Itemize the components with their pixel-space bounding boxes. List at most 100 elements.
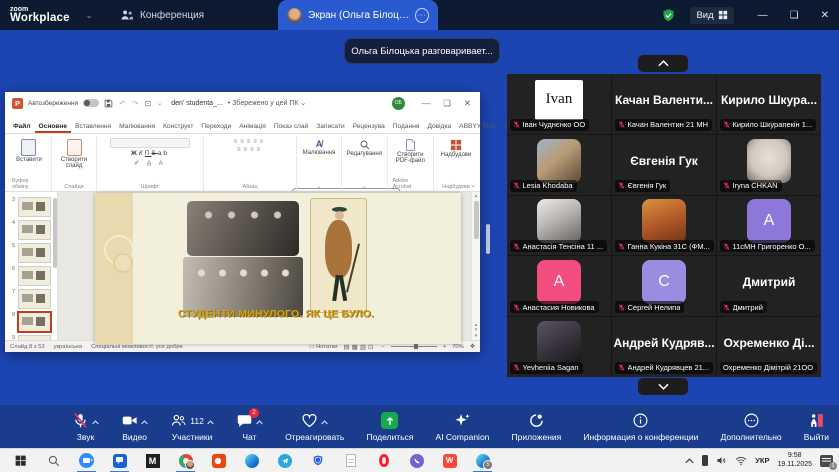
ppt-tab-11[interactable]: Довідка (423, 123, 455, 133)
ppt-tab-10[interactable]: Подання (389, 123, 424, 133)
list-buttons[interactable]: ≡≡≡≡≡ (234, 139, 267, 145)
participant-tile[interactable]: Lesia Khodaba (507, 135, 611, 195)
ppt-saved-status[interactable]: • Збережено у цей ПК ⌄ (228, 99, 307, 107)
undo-icon[interactable]: ↶ (119, 99, 126, 108)
view-button[interactable]: Вид (690, 7, 733, 24)
restore-button[interactable]: ❏ (790, 10, 799, 21)
ppt-tab-7[interactable]: Показ слай (270, 123, 312, 133)
ppt-account-avatar[interactable]: ОБ (392, 97, 405, 110)
toolbar-more-button[interactable]: Дополнительно (720, 412, 781, 442)
slide-title[interactable]: СТУДЕНТИ МИНУЛОГО. ЯК ЦЕ БУЛО. (161, 308, 391, 320)
ppt-tab-1[interactable]: Основне (35, 123, 72, 133)
editor-scrollbar[interactable]: ▴ ▴▾▾ (471, 192, 480, 340)
taskbar-search-icon[interactable] (46, 453, 61, 468)
participant-tile[interactable]: IvanІван Чуднєнко ОО (507, 74, 611, 134)
notification-center-icon[interactable]: 1 (820, 455, 833, 467)
addins-button[interactable]: Надбудови (441, 139, 472, 158)
toolbar-camera-button[interactable]: Видео (121, 412, 148, 442)
slide-thumbnail-6[interactable]: 6 (8, 266, 51, 286)
slide-canvas[interactable]: СТУДЕНТИ МИНУЛОГО. ЯК ЦЕ БУЛО. (95, 193, 461, 344)
zoom-slider[interactable] (391, 346, 437, 347)
font-style-button-4[interactable]: ab (158, 150, 169, 157)
participant-tile[interactable]: Євгенія ГукЄвгенія Гук (612, 135, 716, 195)
toolbar-react-button[interactable]: Отреагировать (285, 412, 344, 442)
slide-thumbnail-3[interactable]: 3 (8, 197, 51, 217)
taskbar-chrome-icon[interactable] (178, 453, 193, 468)
taskbar-wattpad-icon[interactable]: W (442, 453, 457, 468)
language-switcher[interactable]: УКР (755, 456, 769, 465)
toolbar-share-button[interactable]: Поделиться (366, 412, 413, 442)
participant-tile[interactable]: Ганна Кукіна 31С (ФМ... (612, 196, 716, 256)
toolbar-chat-button[interactable]: 2Чат (236, 412, 263, 442)
ppt-tab-2[interactable]: Вставлення (71, 123, 115, 133)
participant-tile[interactable]: Кирило Шкура...Кирило Шкурапекін 1... (717, 74, 821, 134)
toolbar-apps-button[interactable]: Приложения (512, 412, 562, 442)
wifi-icon[interactable] (735, 456, 747, 466)
zoom-level[interactable]: 70% (452, 344, 464, 350)
ppt-tab-3[interactable]: Малювання (115, 123, 159, 133)
slide-thumbnail-7[interactable]: 7 (8, 289, 51, 309)
taskbar-edge-profile-icon[interactable]: 5 (475, 453, 490, 468)
security-shield-icon[interactable] (661, 8, 676, 23)
gallery-collapse-button[interactable] (638, 55, 688, 72)
font-color-buttons[interactable]: ✐ A̲ A (134, 159, 166, 167)
taskbar-office-icon[interactable] (211, 453, 226, 468)
participant-tile[interactable]: Iryna CHKAN (717, 135, 821, 195)
slide-photo-top[interactable] (187, 201, 299, 256)
paste-button[interactable]: Вставити (16, 139, 42, 163)
create-pdf-button[interactable]: Створити PDF-файл (393, 139, 428, 164)
minimize-button[interactable]: — (758, 10, 768, 21)
font-name-dropdown[interactable] (110, 138, 190, 148)
participant-tile[interactable]: А11сМН Григоренко О... (717, 196, 821, 256)
notes-button[interactable]: ▭ Нотатки (309, 344, 338, 350)
thumbnail-scrollbar[interactable] (53, 198, 57, 268)
toolbar-ai-button[interactable]: AI Companion (436, 412, 490, 442)
toolbar-info-button[interactable]: Информация о конференции (583, 412, 698, 442)
zoom-out-button[interactable]: − (381, 344, 384, 350)
fit-slide-button[interactable]: ❖ (470, 344, 475, 350)
slide-thumbnail-8[interactable]: 8 (8, 312, 51, 332)
tab-options-icon[interactable]: ··· (415, 8, 429, 23)
participant-tile[interactable]: Охременко Ді...Охременко Дімітрій 21ОО (717, 317, 821, 377)
font-buttons[interactable]: ЖКПSab (131, 150, 169, 157)
taskbar-zoom-icon[interactable] (79, 453, 94, 468)
taskbar-opera-icon[interactable] (376, 453, 391, 468)
participant-tile[interactable]: ДмитрийДмитрий (717, 256, 821, 316)
language-indicator[interactable]: українська (54, 344, 83, 350)
ppt-tab-4[interactable]: Конструкт (159, 123, 197, 133)
slide-thumbnail-panel[interactable]: 3456789 (5, 192, 58, 340)
qat-customize-icon[interactable]: ⌄ (157, 100, 162, 107)
slide-illustration[interactable] (310, 198, 367, 313)
taskbar-viber-icon[interactable] (409, 453, 424, 468)
autosave-toggle[interactable] (83, 99, 99, 107)
new-slide-button[interactable]: Створити слайд (57, 139, 91, 169)
chevron-down-icon[interactable]: ⌄ (86, 11, 93, 20)
toolbar-participants-button[interactable]: 112Участники (170, 412, 214, 442)
volume-icon[interactable] (716, 455, 727, 466)
ppt-close-button[interactable]: ✕ (464, 98, 471, 109)
tab-screen-share[interactable]: Экран (Ольга Білоцька) ··· (278, 0, 438, 30)
editing-button[interactable]: Редагування (347, 139, 382, 157)
ppt-tab-file[interactable]: Файл (9, 123, 35, 133)
ppt-tab-9[interactable]: Рецензува (349, 123, 389, 133)
participant-tile[interactable]: Yevheniia Sagan (507, 317, 611, 377)
participant-tile[interactable]: Качан Валенти...Качан Валентин 21 МН (612, 74, 716, 134)
gallery-scroll-down-button[interactable] (638, 378, 688, 395)
font-style-button-0[interactable]: Ж (131, 150, 139, 157)
taskbar-edge-icon[interactable] (244, 453, 259, 468)
participant-tile[interactable]: Андрей Кудряв...Андрей Кудрявцев 21... (612, 317, 716, 377)
toolbar-leave-button[interactable]: Выйти (804, 412, 829, 442)
ppt-tab-8[interactable]: Записати (312, 123, 348, 133)
taskbar-mail-icon[interactable] (112, 453, 127, 468)
ppt-filename[interactable]: den' studenta_... (171, 100, 223, 107)
taskbar-start-icon[interactable] (13, 453, 28, 468)
toolbar-mic-button[interactable]: Звук (72, 412, 99, 442)
accessibility-status[interactable]: Спеціальні можливості: усе добре (91, 344, 183, 350)
collapse-ribbon-icon[interactable]: ⌄ (470, 181, 476, 189)
slide-thumbnail-4[interactable]: 4 (8, 220, 51, 240)
taskbar-telegram-icon[interactable] (277, 453, 292, 468)
scroll-indicator[interactable] (486, 224, 490, 254)
hidden-icons-chevron-icon[interactable] (685, 458, 694, 464)
taskbar-shield-icon[interactable] (310, 453, 325, 468)
ppt-tab-6[interactable]: Анімація (235, 123, 270, 133)
